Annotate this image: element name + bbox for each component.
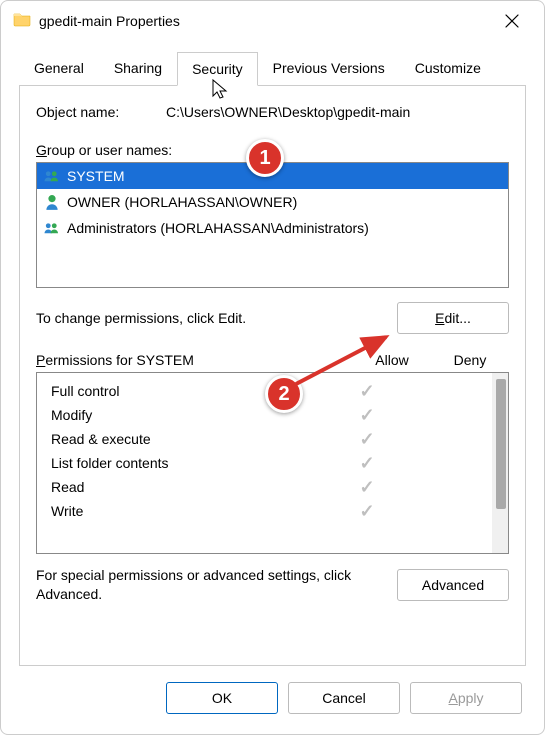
- permissions-header: Permissions for SYSTEM Allow Deny: [36, 352, 509, 368]
- object-name-label: Object name:: [36, 104, 166, 120]
- user-icon: [43, 193, 61, 211]
- users-icon: [43, 219, 61, 237]
- cancel-button[interactable]: Cancel: [288, 682, 400, 714]
- check-icon: ✓: [359, 501, 374, 521]
- apply-button[interactable]: Apply: [410, 682, 522, 714]
- edit-button[interactable]: Edit...: [397, 302, 509, 334]
- perm-allow: ✓: [330, 382, 404, 400]
- users-icon: [43, 167, 61, 185]
- principals-listbox[interactable]: SYSTEM OWNER (HORLAHASSAN\OWNER) Adminis…: [36, 162, 509, 288]
- permissions-table: Full control ✓ Modify ✓ Read & execute ✓…: [36, 372, 509, 554]
- permissions-rows: Full control ✓ Modify ✓ Read & execute ✓…: [37, 373, 492, 553]
- list-item-label: OWNER (HORLAHASSAN\OWNER): [67, 194, 297, 210]
- object-name-value: C:\Users\OWNER\Desktop\gpedit-main: [166, 104, 509, 120]
- perm-name: Read & execute: [51, 431, 330, 447]
- tabstrip: General Sharing Security Previous Versio…: [1, 41, 544, 85]
- list-item[interactable]: Administrators (HORLAHASSAN\Administrato…: [37, 215, 508, 241]
- table-row: Write ✓: [37, 499, 492, 523]
- table-row: Full control ✓: [37, 379, 492, 403]
- folder-icon: [13, 10, 31, 31]
- tab-general[interactable]: General: [19, 51, 99, 85]
- edit-hint-row: To change permissions, click Edit. Edit.…: [36, 302, 509, 334]
- perm-allow: ✓: [330, 502, 404, 520]
- check-icon: ✓: [359, 477, 374, 497]
- close-icon: [505, 14, 519, 28]
- check-icon: ✓: [359, 453, 374, 473]
- advanced-hint-label: For special permissions or advanced sett…: [36, 566, 385, 604]
- check-icon: ✓: [359, 381, 374, 401]
- titlebar: gpedit-main Properties: [1, 1, 544, 41]
- perm-allow: ✓: [330, 430, 404, 448]
- permissions-scrollbar[interactable]: [492, 373, 508, 553]
- check-icon: ✓: [359, 429, 374, 449]
- list-item-label: Administrators (HORLAHASSAN\Administrato…: [67, 220, 369, 236]
- check-icon: ✓: [359, 405, 374, 425]
- perm-name: Full control: [51, 383, 330, 399]
- list-item[interactable]: SYSTEM: [37, 163, 508, 189]
- ok-button[interactable]: OK: [166, 682, 278, 714]
- perm-name: List folder contents: [51, 455, 330, 471]
- perm-allow: ✓: [330, 478, 404, 496]
- tab-sharing[interactable]: Sharing: [99, 51, 177, 85]
- tab-customize[interactable]: Customize: [400, 51, 496, 85]
- perm-name: Modify: [51, 407, 330, 423]
- table-row: Modify ✓: [37, 403, 492, 427]
- perm-name: Read: [51, 479, 330, 495]
- list-item-label: SYSTEM: [67, 168, 125, 184]
- table-row: List folder contents ✓: [37, 451, 492, 475]
- properties-dialog: gpedit-main Properties General Sharing S…: [0, 0, 545, 735]
- window-title: gpedit-main Properties: [39, 13, 492, 29]
- object-name-row: Object name: C:\Users\OWNER\Desktop\gped…: [36, 104, 509, 120]
- edit-hint-label: To change permissions, click Edit.: [36, 310, 397, 326]
- perm-allow: ✓: [330, 454, 404, 472]
- tab-previous-versions[interactable]: Previous Versions: [258, 51, 400, 85]
- permissions-col-allow: Allow: [353, 352, 431, 368]
- list-item[interactable]: OWNER (HORLAHASSAN\OWNER): [37, 189, 508, 215]
- perm-allow: ✓: [330, 406, 404, 424]
- perm-name: Write: [51, 503, 330, 519]
- group-names-label: Group or user names:: [36, 142, 509, 158]
- tab-security[interactable]: Security: [177, 52, 258, 86]
- dialog-button-row: OK Cancel Apply: [1, 666, 544, 734]
- scrollbar-thumb[interactable]: [496, 379, 506, 509]
- advanced-button[interactable]: Advanced: [397, 569, 509, 601]
- table-row: Read & execute ✓: [37, 427, 492, 451]
- permissions-col-deny: Deny: [431, 352, 509, 368]
- tab-content-security: Object name: C:\Users\OWNER\Desktop\gped…: [19, 85, 526, 666]
- table-row: Read ✓: [37, 475, 492, 499]
- close-button[interactable]: [492, 5, 532, 37]
- advanced-row: For special permissions or advanced sett…: [36, 566, 509, 604]
- permissions-for-label: Permissions for SYSTEM: [36, 352, 353, 368]
